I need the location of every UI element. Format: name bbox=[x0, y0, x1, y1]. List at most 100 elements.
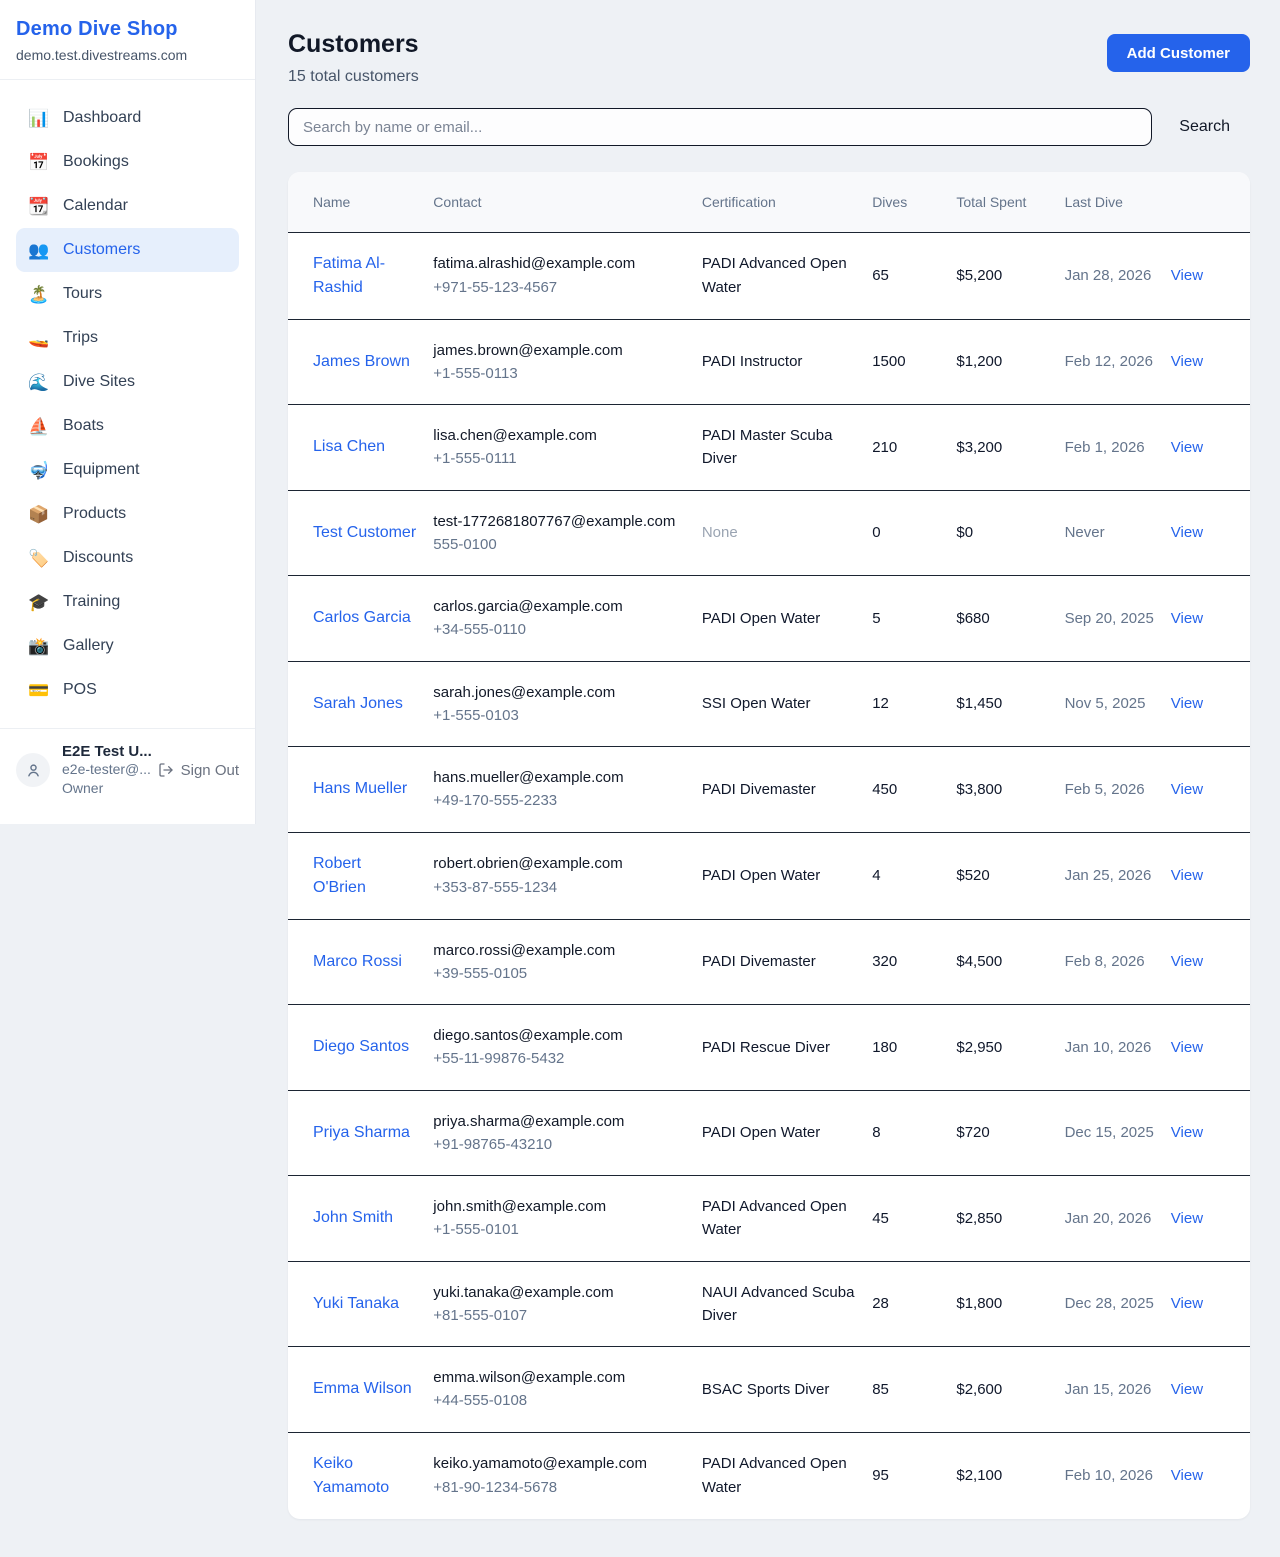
customer-name-link[interactable]: Marco Rossi bbox=[313, 950, 402, 974]
customer-email: diego.santos@example.com bbox=[433, 1024, 686, 1047]
customer-email: priya.sharma@example.com bbox=[433, 1110, 686, 1133]
sidebar-item-label: POS bbox=[63, 681, 97, 699]
customer-email: emma.wilson@example.com bbox=[433, 1366, 686, 1389]
customer-dives: 320 bbox=[872, 919, 956, 1005]
sidebar-item-label: Tours bbox=[63, 285, 102, 303]
user-role: Owner bbox=[62, 779, 146, 798]
customer-email: marco.rossi@example.com bbox=[433, 939, 686, 962]
customer-last-dive: Feb 1, 2026 bbox=[1065, 405, 1171, 491]
view-customer-link[interactable]: View bbox=[1171, 267, 1203, 284]
customer-last-dive: Feb 5, 2026 bbox=[1065, 747, 1171, 833]
sidebar-item-pos[interactable]: 💳 POS bbox=[16, 668, 239, 712]
sidebar-item-trips[interactable]: 🚤 Trips bbox=[16, 316, 239, 360]
customer-total-spent: $1,450 bbox=[956, 661, 1064, 747]
view-customer-link[interactable]: View bbox=[1171, 1381, 1203, 1398]
customer-last-dive: Jan 20, 2026 bbox=[1065, 1176, 1171, 1262]
customer-certification: PADI Advanced Open Water bbox=[702, 1432, 872, 1519]
customer-email: robert.obrien@example.com bbox=[433, 852, 686, 875]
customer-name-link[interactable]: Hans Mueller bbox=[313, 777, 407, 801]
table-row: Hans Mueller hans.mueller@example.com +4… bbox=[288, 747, 1250, 833]
customer-name-link[interactable]: John Smith bbox=[313, 1206, 393, 1230]
customer-dives: 1500 bbox=[872, 319, 956, 405]
sidebar-item-boats[interactable]: ⛵ Boats bbox=[16, 404, 239, 448]
people-icon: 👥 bbox=[28, 242, 50, 259]
search-input[interactable] bbox=[288, 108, 1152, 146]
view-customer-link[interactable]: View bbox=[1171, 953, 1203, 970]
view-customer-link[interactable]: View bbox=[1171, 524, 1203, 541]
customer-certification: PADI Open Water bbox=[702, 1090, 872, 1176]
table-row: Priya Sharma priya.sharma@example.com +9… bbox=[288, 1090, 1250, 1176]
customer-name-link[interactable]: Keiko Yamamoto bbox=[313, 1452, 417, 1500]
graduation-cap-icon: 🎓 bbox=[28, 594, 50, 611]
view-customer-link[interactable]: View bbox=[1171, 353, 1203, 370]
user-section: E2E Test U... e2e-tester@... Owner Sign … bbox=[0, 728, 255, 814]
user-meta: E2E Test U... e2e-tester@... Owner bbox=[62, 743, 146, 798]
customer-phone: +1-555-0103 bbox=[433, 704, 686, 727]
customer-name-link[interactable]: Sarah Jones bbox=[313, 692, 403, 716]
view-customer-link[interactable]: View bbox=[1171, 1124, 1203, 1141]
view-customer-link[interactable]: View bbox=[1171, 439, 1203, 456]
sidebar-item-training[interactable]: 🎓 Training bbox=[16, 580, 239, 624]
customer-name-link[interactable]: Diego Santos bbox=[313, 1035, 409, 1059]
sign-out-button[interactable]: Sign Out bbox=[158, 762, 239, 779]
calendar-date-icon: 📅 bbox=[28, 154, 50, 171]
brand-name: Demo Dive Shop bbox=[16, 18, 239, 41]
search-button[interactable]: Search bbox=[1179, 118, 1230, 136]
sidebar-item-discounts[interactable]: 🏷️ Discounts bbox=[16, 536, 239, 580]
user-email: e2e-tester@... bbox=[62, 760, 146, 779]
sidebar-item-equipment[interactable]: 🤿 Equipment bbox=[16, 448, 239, 492]
customer-name-link[interactable]: Robert O'Brien bbox=[313, 852, 417, 900]
sidebar-item-calendar[interactable]: 📆 Calendar bbox=[16, 184, 239, 228]
customer-dives: 8 bbox=[872, 1090, 956, 1176]
add-customer-button[interactable]: Add Customer bbox=[1107, 34, 1250, 72]
sidebar-item-dive-sites[interactable]: 🌊 Dive Sites bbox=[16, 360, 239, 404]
customer-total-spent: $1,800 bbox=[956, 1261, 1064, 1347]
customer-name-link[interactable]: Yuki Tanaka bbox=[313, 1292, 399, 1316]
view-customer-link[interactable]: View bbox=[1171, 610, 1203, 627]
table-row: Emma Wilson emma.wilson@example.com +44-… bbox=[288, 1347, 1250, 1433]
diving-mask-icon: 🤿 bbox=[28, 462, 50, 479]
customer-dives: 0 bbox=[872, 490, 956, 576]
customer-name-link[interactable]: Priya Sharma bbox=[313, 1121, 410, 1145]
sidebar-item-tours[interactable]: 🏝️ Tours bbox=[16, 272, 239, 316]
customer-last-dive: Jan 28, 2026 bbox=[1065, 232, 1171, 319]
customer-last-dive: Nov 5, 2025 bbox=[1065, 661, 1171, 747]
customer-total-spent: $3,800 bbox=[956, 747, 1064, 833]
sidebar-item-bookings[interactable]: 📅 Bookings bbox=[16, 140, 239, 184]
view-customer-link[interactable]: View bbox=[1171, 1467, 1203, 1484]
customer-name-link[interactable]: Emma Wilson bbox=[313, 1377, 412, 1401]
customer-dives: 45 bbox=[872, 1176, 956, 1262]
view-customer-link[interactable]: View bbox=[1171, 867, 1203, 884]
view-customer-link[interactable]: View bbox=[1171, 1039, 1203, 1056]
customers-table-card: NameContactCertificationDivesTotal Spent… bbox=[288, 172, 1250, 1519]
view-customer-link[interactable]: View bbox=[1171, 695, 1203, 712]
sidebar-item-dashboard[interactable]: 📊 Dashboard bbox=[16, 96, 239, 140]
customer-name-link[interactable]: James Brown bbox=[313, 350, 410, 374]
view-customer-link[interactable]: View bbox=[1171, 1295, 1203, 1312]
customer-name-link[interactable]: Carlos Garcia bbox=[313, 606, 411, 630]
customer-phone: +971-55-123-4567 bbox=[433, 276, 686, 299]
sidebar-item-gallery[interactable]: 📸 Gallery bbox=[16, 624, 239, 668]
customer-email: lisa.chen@example.com bbox=[433, 424, 686, 447]
view-customer-link[interactable]: View bbox=[1171, 1210, 1203, 1227]
customer-email: fatima.alrashid@example.com bbox=[433, 252, 686, 275]
table-row: Robert O'Brien robert.obrien@example.com… bbox=[288, 832, 1250, 919]
customer-phone: +1-555-0113 bbox=[433, 362, 686, 385]
page-header: Customers 15 total customers Add Custome… bbox=[288, 30, 1250, 86]
customer-phone: +55-11-99876-5432 bbox=[433, 1047, 686, 1070]
tear-off-calendar-icon: 📆 bbox=[28, 198, 50, 215]
customer-last-dive: Jan 10, 2026 bbox=[1065, 1005, 1171, 1091]
view-customer-link[interactable]: View bbox=[1171, 781, 1203, 798]
sidebar-item-label: Boats bbox=[63, 417, 104, 435]
customer-name-link[interactable]: Fatima Al-Rashid bbox=[313, 252, 417, 300]
sidebar-item-products[interactable]: 📦 Products bbox=[16, 492, 239, 536]
customer-certification: None bbox=[702, 490, 872, 576]
bar-chart-icon: 📊 bbox=[28, 110, 50, 127]
customer-dives: 450 bbox=[872, 747, 956, 833]
camera-flash-icon: 📸 bbox=[28, 638, 50, 655]
sidebar-item-label: Bookings bbox=[63, 153, 129, 171]
customer-name-link[interactable]: Test Customer bbox=[313, 521, 416, 545]
column-header: Dives bbox=[872, 172, 956, 232]
customer-name-link[interactable]: Lisa Chen bbox=[313, 435, 385, 459]
sidebar-item-customers[interactable]: 👥 Customers bbox=[16, 228, 239, 272]
